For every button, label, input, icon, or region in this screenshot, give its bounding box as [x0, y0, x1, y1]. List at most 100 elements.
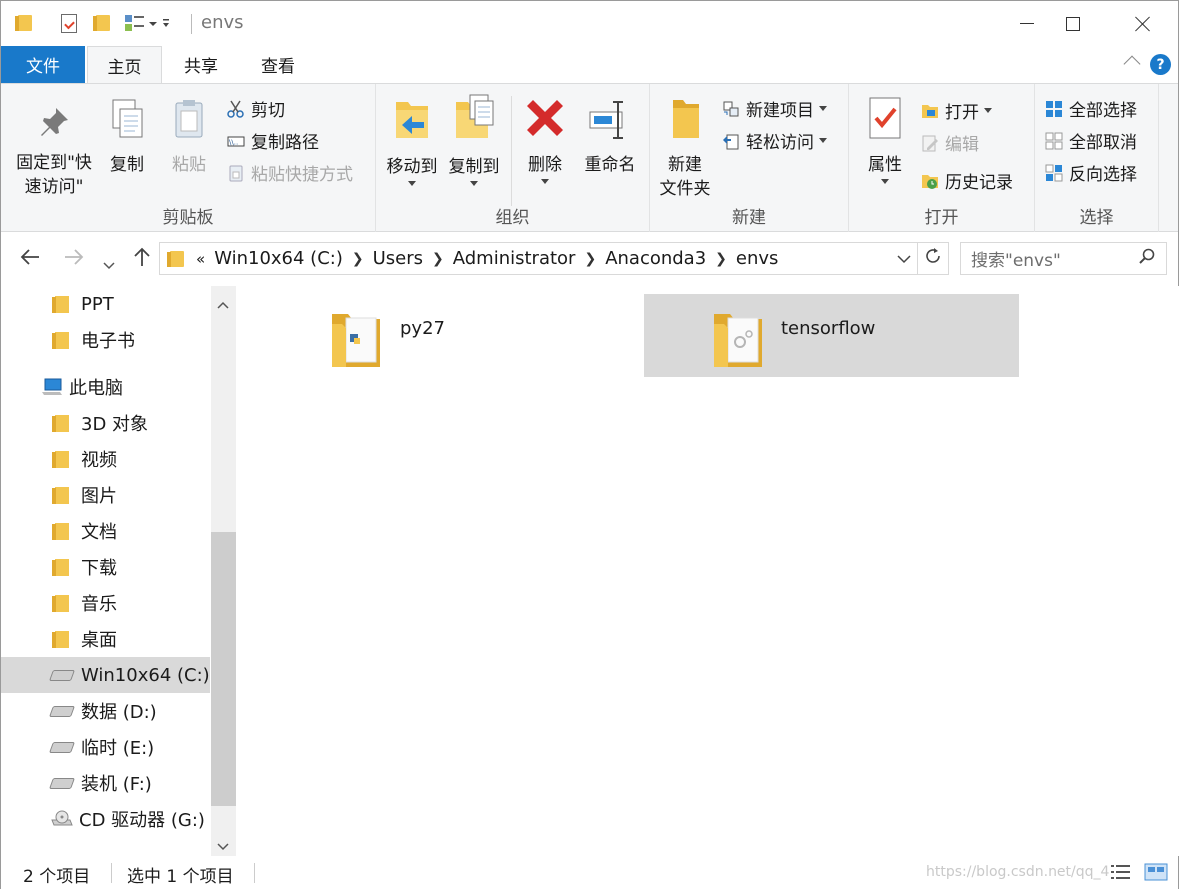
move-to-caret-icon — [408, 181, 416, 186]
new-folder-quick-icon[interactable] — [93, 12, 110, 34]
delete-caret-icon — [541, 179, 549, 184]
new-item-button[interactable]: 新建项目 — [722, 96, 827, 121]
breadcrumb-users[interactable]: Users — [373, 248, 423, 269]
easy-access-button[interactable]: 轻松访问 — [722, 128, 827, 153]
search-icon[interactable] — [1138, 247, 1156, 270]
properties-quick-icon[interactable] — [61, 12, 77, 34]
breadcrumb-separator-icon[interactable]: ❯ — [715, 251, 727, 267]
history-label: 历史记录 — [945, 173, 1013, 193]
nav-item-drive-g[interactable]: CD 驱动器 (G:) — [1, 801, 210, 837]
minimize-icon — [1020, 23, 1034, 24]
collapse-ribbon-icon[interactable] — [1123, 55, 1141, 73]
nav-item-pictures[interactable]: 图片 — [1, 477, 210, 513]
cut-label: 剪切 — [251, 101, 285, 121]
pin-quick-access-button[interactable]: 固定到"快 速访问" — [11, 104, 97, 199]
breadcrumb-separator-icon[interactable]: ❯ — [584, 251, 596, 267]
recent-locations-icon[interactable] — [103, 252, 115, 277]
help-icon[interactable]: ? — [1150, 54, 1171, 75]
tab-view[interactable]: 查看 — [241, 46, 315, 83]
status-bar: 2 个项目 选中 1 个项目 https://blog.csdn.net/qq_… — [1, 856, 1178, 889]
tab-home[interactable]: 主页 — [87, 46, 162, 84]
new-item-icon — [723, 101, 739, 116]
file-item-py27[interactable]: py27 — [326, 294, 606, 377]
back-arrow-icon[interactable] — [19, 246, 41, 274]
paste-button[interactable]: 粘贴 — [163, 98, 215, 177]
delete-button[interactable]: 删除 — [519, 98, 571, 184]
edit-button[interactable]: 编辑 — [921, 130, 979, 155]
nav-item-drive-d[interactable]: 数据 (D:) — [1, 693, 210, 729]
select-none-button[interactable]: 全部取消 — [1045, 128, 1137, 153]
nav-item-drive-c[interactable]: Win10x64 (C:) — [1, 657, 210, 693]
properties-button[interactable]: 属性 — [857, 96, 913, 184]
new-item-label: 新建项目 — [746, 101, 814, 121]
paste-shortcut-button[interactable]: 粘贴快捷方式 — [227, 160, 353, 185]
copy-path-label: 复制路径 — [251, 133, 319, 153]
breadcrumb-administrator[interactable]: Administrator — [453, 248, 576, 269]
new-folder-button[interactable]: 新建 文件夹 — [654, 96, 716, 201]
up-arrow-icon[interactable] — [131, 246, 153, 274]
open-button[interactable]: 打开 — [921, 98, 992, 123]
nav-item-music[interactable]: 音乐 — [1, 585, 210, 621]
scroll-up-icon[interactable] — [217, 294, 229, 313]
details-view-icon[interactable] — [1110, 863, 1132, 886]
open-group: 属性 打开 编辑 历史记录 打开 — [849, 84, 1035, 232]
breadcrumb-separator-icon[interactable]: ❯ — [432, 251, 444, 267]
copy-icon — [112, 99, 143, 138]
close-button[interactable] — [1120, 1, 1166, 46]
address-folder-icon — [167, 250, 184, 267]
search-box[interactable]: 搜索"envs" — [960, 242, 1167, 275]
breadcrumb-overflow[interactable]: « — [196, 250, 205, 268]
forward-arrow-icon[interactable] — [63, 246, 85, 274]
move-to-button[interactable]: 移动到 — [382, 96, 442, 186]
clipboard-group: 固定到"快 速访问" 复制 粘贴 剪切 \\.. 复制路径 粘贴快捷方式 剪贴板 — [1, 84, 376, 232]
folder-icon — [52, 295, 69, 313]
file-item-tensorflow[interactable]: tensorflow — [644, 294, 1019, 377]
status-separator — [254, 863, 255, 883]
open-icon — [922, 104, 938, 118]
nav-item-3d-objects[interactable]: 3D 对象 — [1, 405, 210, 441]
copy-path-button[interactable]: \\.. 复制路径 — [227, 128, 319, 153]
rename-label: 重命名 — [584, 155, 636, 175]
selected-count: 选中 1 个项目 — [127, 867, 234, 887]
nav-item-this-pc[interactable]: 此电脑 — [1, 369, 210, 405]
address-bar[interactable]: « Win10x64 (C:) ❯ Users ❯ Administrator … — [159, 242, 949, 275]
select-all-button[interactable]: 全部选择 — [1045, 96, 1137, 121]
status-separator — [111, 863, 112, 883]
breadcrumb-separator-icon[interactable]: ❯ — [352, 251, 364, 267]
nav-item-drive-e[interactable]: 临时 (E:) — [1, 729, 210, 765]
file-name: py27 — [400, 318, 445, 339]
copy-to-label: 复制到 — [448, 157, 500, 177]
cut-button[interactable]: 剪切 — [227, 96, 285, 121]
copy-to-button[interactable]: 复制到 — [444, 92, 504, 186]
maximize-button[interactable] — [1050, 1, 1096, 46]
minimize-button[interactable] — [1004, 1, 1050, 46]
nav-scrollbar[interactable] — [211, 286, 236, 856]
nav-item-ppt[interactable]: PPT — [1, 286, 210, 322]
tab-file[interactable]: 文件 — [1, 46, 85, 83]
maximize-icon — [1066, 16, 1080, 31]
customize-quick-access-icon[interactable] — [123, 12, 169, 34]
history-button[interactable]: 历史记录 — [921, 168, 1013, 193]
address-dropdown-icon[interactable] — [897, 248, 911, 269]
tab-share[interactable]: 共享 — [164, 46, 238, 83]
breadcrumb-envs[interactable]: envs — [736, 248, 779, 269]
nav-item-label: 临时 (E:) — [81, 738, 155, 759]
scroll-down-icon[interactable] — [217, 836, 229, 855]
copy-button[interactable]: 复制 — [101, 98, 153, 177]
nav-scrollbar-thumb[interactable] — [211, 532, 236, 806]
nav-item-ebooks[interactable]: 电子书 — [1, 322, 210, 358]
rename-button[interactable]: 重命名 — [577, 98, 643, 177]
breadcrumb-drive[interactable]: Win10x64 (C:) — [214, 248, 343, 269]
scissors-icon — [227, 100, 244, 118]
nav-item-drive-f[interactable]: 装机 (F:) — [1, 765, 210, 801]
large-icons-view-icon[interactable] — [1144, 863, 1168, 886]
breadcrumb-anaconda3[interactable]: Anaconda3 — [605, 248, 706, 269]
nav-item-desktop[interactable]: 桌面 — [1, 621, 210, 657]
computer-icon — [42, 378, 62, 395]
nav-item-documents[interactable]: 文档 — [1, 513, 210, 549]
invert-selection-button[interactable]: 反向选择 — [1045, 160, 1137, 185]
delete-x-icon — [527, 100, 563, 136]
nav-item-videos[interactable]: 视频 — [1, 441, 210, 477]
refresh-icon[interactable] — [924, 247, 942, 270]
nav-item-downloads[interactable]: 下载 — [1, 549, 210, 585]
